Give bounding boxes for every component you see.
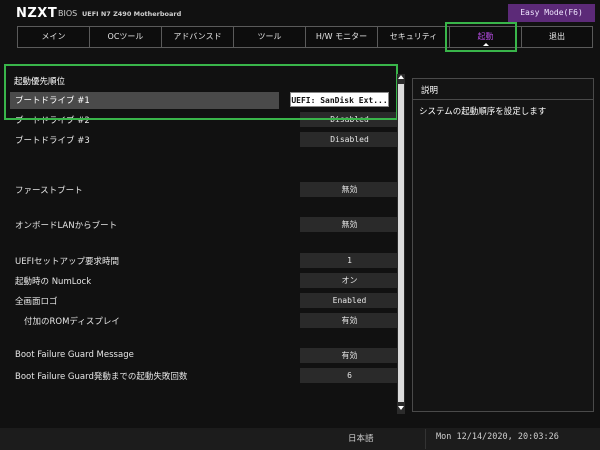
setting-row-bfg-count[interactable]: Boot Failure Guard発動までの起動失敗回数 6: [10, 368, 399, 385]
tab-main[interactable]: メイン: [17, 26, 89, 48]
setting-label: ブートドライブ #3: [15, 136, 90, 146]
datetime-display: Mon 12/14/2020, 20:03:26: [436, 432, 559, 442]
setting-value[interactable]: 無効: [300, 217, 399, 232]
setting-value[interactable]: 6: [300, 368, 399, 383]
setting-row-fast-boot[interactable]: ファーストブート 無効: [10, 182, 399, 199]
setting-label: ブートドライブ #1: [15, 96, 90, 106]
scroll-up-arrow-icon[interactable]: [398, 75, 404, 79]
setting-label: Boot Failure Guard発動までの起動失敗回数: [15, 372, 188, 382]
scroll-down-arrow-icon[interactable]: [398, 406, 404, 410]
tab-boot[interactable]: 起動: [449, 26, 521, 48]
setting-label: ファーストブート: [15, 186, 83, 196]
setting-row-numlock[interactable]: 起動時の NumLock オン: [10, 273, 399, 290]
bios-label: BIOS: [58, 9, 78, 18]
setting-row-fullscreen-logo[interactable]: 全画面ロゴ Enabled: [10, 293, 399, 310]
setting-value[interactable]: 有効: [300, 313, 399, 328]
setting-row-bfg-message[interactable]: Boot Failure Guard Message 有効: [10, 348, 399, 365]
description-divider: [413, 99, 593, 100]
setting-label: UEFIセットアップ要求時間: [15, 257, 119, 267]
tab-tools[interactable]: ツール: [233, 26, 305, 48]
setting-value[interactable]: Enabled: [300, 293, 399, 308]
setting-row-lan-boot[interactable]: オンボードLANからブート 無効: [10, 217, 399, 234]
setting-label: Boot Failure Guard Message: [15, 350, 134, 360]
header-bar: NZXT BIOS UEFI N7 Z490 Motherboard Easy …: [0, 0, 600, 24]
language-selector[interactable]: 日本語: [348, 432, 374, 444]
setting-value[interactable]: オン: [300, 273, 399, 288]
setting-label: 付加のROMディスプレイ: [24, 317, 120, 327]
board-subtitle: UEFI N7 Z490 Motherboard: [82, 10, 182, 18]
tab-exit[interactable]: 退出: [521, 26, 593, 48]
description-title: 説明: [421, 86, 439, 96]
setting-value[interactable]: Disabled: [300, 132, 399, 147]
tab-boot-label: 起動: [477, 32, 494, 41]
setting-value[interactable]: 有効: [300, 348, 399, 363]
setting-row-boot-drive-3[interactable]: ブートドライブ #3 Disabled: [10, 132, 399, 149]
section-title: 起動優先順位: [14, 77, 66, 87]
tab-hw-monitor[interactable]: H/W モニター: [305, 26, 377, 48]
setting-row-boot-drive-1[interactable]: ブートドライブ #1: [10, 92, 279, 109]
setting-value[interactable]: 無効: [300, 182, 399, 197]
setting-label: ブートドライブ #2: [15, 116, 90, 126]
settings-panel: 起動優先順位 ブートドライブ #1 UEFI: SanDisk Ext... ブ…: [0, 65, 399, 420]
setting-value[interactable]: Disabled: [300, 112, 399, 127]
caret-up-icon: [483, 43, 489, 46]
setting-label: 全画面ロゴ: [15, 297, 58, 307]
easy-mode-button[interactable]: Easy Mode(F6): [508, 4, 595, 22]
setting-label: オンボードLANからブート: [15, 221, 118, 231]
setting-value-boot-drive-1[interactable]: UEFI: SanDisk Ext...: [290, 92, 389, 107]
footer-divider: [425, 429, 426, 449]
description-panel: 説明 システムの起動順序を設定します: [412, 78, 594, 412]
setting-row-addon-rom[interactable]: 付加のROMディスプレイ 有効: [10, 313, 399, 330]
setting-row-boot-drive-2[interactable]: ブートドライブ #2 Disabled: [10, 112, 399, 129]
setting-row-uefi-setup-time[interactable]: UEFIセットアップ要求時間 1: [10, 253, 399, 270]
setting-label: 起動時の NumLock: [15, 277, 92, 287]
tab-oc-tools[interactable]: OCツール: [89, 26, 161, 48]
scrollbar-thumb[interactable]: [398, 84, 404, 402]
tab-security[interactable]: セキュリティ: [377, 26, 449, 48]
description-text: システムの起動順序を設定します: [419, 107, 547, 117]
tab-advanced[interactable]: アドバンスド: [161, 26, 233, 48]
setting-value[interactable]: 1: [300, 253, 399, 268]
main-tabs: メイン OCツール アドバンスド ツール H/W モニター セキュリティ 起動 …: [17, 26, 595, 48]
nzxt-logo: NZXT: [16, 6, 58, 21]
